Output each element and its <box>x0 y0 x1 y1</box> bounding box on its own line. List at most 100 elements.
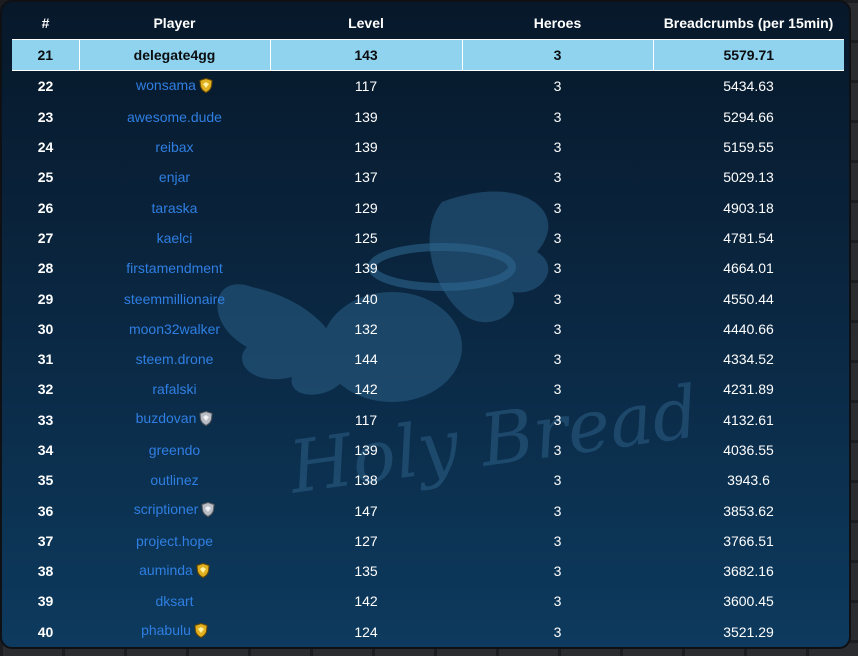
player-link[interactable]: scriptioner <box>134 501 199 517</box>
gold-shield-icon <box>194 623 208 641</box>
table-row: 24 reibax 139 3 5159.55 <box>12 132 844 162</box>
player-cell: project.hope <box>79 526 270 556</box>
level-cell: 138 <box>354 472 378 489</box>
breadcrumbs-cell: 3766.51 <box>723 532 774 549</box>
level-cell: 143 <box>269 38 462 72</box>
leaderboard-panel: Holy Bread # Player Level Heroes Breadcr… <box>0 0 851 649</box>
gold-shield-icon <box>196 562 210 581</box>
player-cell: firstamendment <box>79 253 270 283</box>
heroes-cell: 3 <box>553 260 562 277</box>
breadcrumbs-cell: 3943.6 <box>727 472 770 489</box>
heroes-cell: 3 <box>553 290 562 307</box>
player-link[interactable]: steemmillionaire <box>124 291 225 307</box>
player-link[interactable]: kaelci <box>157 230 193 246</box>
heroes-cell: 3 <box>553 502 562 519</box>
heroes-cell: 3 <box>553 623 562 640</box>
level-cell: 139 <box>354 108 378 125</box>
table-row: 26 taraska 129 3 4903.18 <box>12 192 844 222</box>
breadcrumbs-cell: 5159.55 <box>723 139 774 156</box>
level-cell: 125 <box>354 229 378 246</box>
player-link[interactable]: auminda <box>139 562 193 578</box>
rank-cell: 22 <box>37 78 54 95</box>
table-row: 30 moon32walker 132 3 4440.66 <box>12 314 844 344</box>
breadcrumbs-cell: 3521.29 <box>723 623 774 640</box>
table-row: 39 dksart 142 3 3600.45 <box>12 586 844 616</box>
breadcrumbs-cell: 4440.66 <box>723 320 774 337</box>
level-cell: 127 <box>354 532 378 549</box>
table-row: 34 greendo 139 3 4036.55 <box>12 435 844 465</box>
heroes-cell: 3 <box>553 199 562 216</box>
breadcrumbs-cell: 4664.01 <box>723 260 774 277</box>
heroes-cell: 3 <box>553 229 562 246</box>
level-cell: 139 <box>354 442 378 458</box>
rank-cell: 23 <box>37 108 54 125</box>
heroes-cell: 3 <box>553 411 562 428</box>
rank-cell: 30 <box>37 320 54 337</box>
breadcrumbs-cell: 5434.63 <box>723 78 774 95</box>
rank-cell: 33 <box>37 411 54 428</box>
rank-cell: 32 <box>37 381 54 398</box>
table-row: 21 delegate4gg 143 3 5579.71 <box>12 38 844 72</box>
level-cell: 117 <box>354 411 378 428</box>
rank-cell: 34 <box>37 442 54 458</box>
rank-cell: 21 <box>12 38 79 72</box>
breadcrumbs-cell: 3682.16 <box>723 563 774 580</box>
player-link[interactable]: buzdovan <box>136 410 197 426</box>
level-cell: 117 <box>354 78 378 95</box>
player-link[interactable]: dksart <box>155 593 193 609</box>
table-row: 36 scriptioner 147 3 3853.62 <box>12 495 844 525</box>
table-row: 27 kaelci 125 3 4781.54 <box>12 223 844 253</box>
player-cell: enjar <box>79 162 270 192</box>
heroes-cell: 3 <box>461 38 653 72</box>
player-link[interactable]: reibax <box>155 139 193 155</box>
player-cell: steem.drone <box>79 344 270 374</box>
heroes-cell: 3 <box>553 442 562 458</box>
player-link[interactable]: rafalski <box>152 381 196 397</box>
rank-cell: 24 <box>37 139 54 156</box>
silver-shield-icon <box>201 502 215 520</box>
player-link[interactable]: phabulu <box>141 622 191 638</box>
breadcrumbs-cell: 5029.13 <box>723 169 774 186</box>
column-header-rank[interactable]: # <box>12 7 79 40</box>
player-link[interactable]: project.hope <box>136 533 213 549</box>
silver-shield-icon <box>199 411 213 429</box>
heroes-cell: 3 <box>553 320 562 337</box>
player-link[interactable]: enjar <box>159 169 190 185</box>
player-link[interactable]: wonsama <box>136 77 196 93</box>
table-row: 38 auminda 135 3 3682.16 <box>12 556 844 586</box>
player-link[interactable]: greendo <box>149 442 200 458</box>
player-link[interactable]: delegate4gg <box>134 47 216 63</box>
player-link[interactable]: moon32walker <box>129 321 220 337</box>
level-cell: 132 <box>354 320 378 337</box>
rank-cell: 28 <box>37 260 54 277</box>
column-header-player[interactable]: Player <box>79 7 270 40</box>
player-link[interactable]: taraska <box>152 200 198 216</box>
player-link[interactable]: firstamendment <box>126 260 222 276</box>
level-cell: 124 <box>354 623 378 640</box>
rank-cell: 27 <box>37 229 54 246</box>
breadcrumbs-cell: 4231.89 <box>723 381 774 398</box>
rank-cell: 29 <box>37 290 54 307</box>
rank-cell: 35 <box>37 472 54 489</box>
table-row: 28 firstamendment 139 3 4664.01 <box>12 253 844 283</box>
heroes-cell: 3 <box>553 108 562 125</box>
leaderboard-table: # Player Level Heroes Breadcrumbs (per 1… <box>12 7 844 647</box>
breadcrumbs-cell: 4036.55 <box>723 442 774 458</box>
player-cell: delegate4gg <box>78 38 270 72</box>
player-link[interactable]: awesome.dude <box>127 109 222 125</box>
column-header-breadcrumbs[interactable]: Breadcrumbs (per 15min) <box>653 7 844 40</box>
heroes-cell: 3 <box>553 563 562 580</box>
heroes-cell: 3 <box>553 472 562 489</box>
heroes-cell: 3 <box>553 169 562 186</box>
level-cell: 137 <box>354 169 378 186</box>
column-header-heroes[interactable]: Heroes <box>462 7 653 40</box>
rank-cell: 26 <box>37 199 54 216</box>
column-header-level[interactable]: Level <box>270 7 462 40</box>
table-row: 33 buzdovan 117 3 4132.61 <box>12 405 844 435</box>
level-cell: 139 <box>354 260 378 277</box>
player-cell: auminda <box>79 556 270 586</box>
player-link[interactable]: steem.drone <box>136 351 214 367</box>
level-cell: 140 <box>354 290 378 307</box>
player-link[interactable]: outlinez <box>150 472 198 488</box>
table-row: 29 steemmillionaire 140 3 4550.44 <box>12 283 844 313</box>
